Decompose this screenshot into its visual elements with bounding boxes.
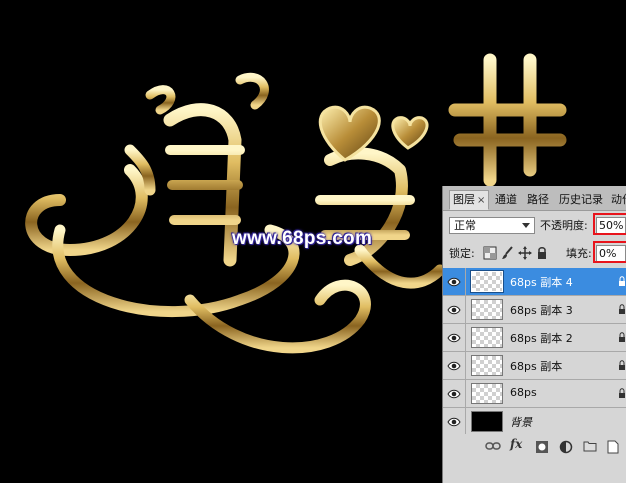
layer-name: 68ps 副本 2	[510, 332, 573, 345]
layer-name: 68ps	[510, 386, 537, 399]
layer-name: 68ps 副本 4	[510, 276, 573, 289]
tab-history[interactable]: 历史记录	[555, 190, 607, 210]
divider	[465, 296, 466, 323]
tab-history-label: 历史记录	[559, 193, 603, 206]
folder-icon[interactable]	[583, 440, 597, 452]
blend-mode-value: 正常	[454, 219, 476, 232]
tab-actions-label: 动作	[611, 193, 626, 206]
lock-icon	[619, 276, 625, 286]
chevron-down-icon	[522, 223, 530, 228]
tab-channels-label: 通道	[495, 193, 517, 206]
layer-name: 68ps 副本	[510, 360, 563, 373]
divider	[465, 380, 466, 407]
eye-icon[interactable]	[447, 303, 461, 317]
lock-icon	[619, 332, 625, 342]
tab-layers[interactable]: 图层 ×	[449, 190, 490, 210]
layer-thumbnail	[470, 270, 504, 293]
eye-icon[interactable]	[447, 275, 461, 289]
tab-layers-label: 图层	[453, 193, 475, 206]
tab-actions[interactable]: 动作	[607, 190, 626, 210]
divider	[465, 408, 466, 435]
layer-row-copy[interactable]: 68ps 副本	[443, 352, 626, 380]
layer-thumbnail	[471, 355, 503, 376]
tab-paths[interactable]: 路径	[523, 190, 553, 210]
eye-icon[interactable]	[447, 331, 461, 345]
blend-mode-select[interactable]: 正常	[449, 217, 535, 234]
layer-name: 背景	[510, 416, 532, 429]
layer-thumbnail	[471, 383, 503, 404]
new-layer-icon[interactable]	[607, 440, 619, 454]
layers-panel: 图层× 通道 路径 历史记录 动作 正常 不透明度: 50% 锁定:	[442, 186, 626, 483]
lock-icon	[619, 388, 625, 398]
layer-row-copy-3[interactable]: 68ps 副本 3	[443, 296, 626, 324]
fx-icon[interactable]: fx	[510, 437, 522, 451]
fill-highlight-box	[593, 241, 626, 263]
divider	[465, 352, 466, 379]
eye-icon[interactable]	[447, 387, 461, 401]
adjustment-icon[interactable]	[559, 440, 573, 454]
lock-icon	[619, 360, 625, 370]
opacity-highlight-box	[593, 213, 626, 235]
panel-tabs: 图层× 通道 路径 历史记录 动作	[443, 186, 626, 211]
layer-row-copy-4[interactable]: 68ps 副本 4	[443, 268, 626, 296]
layer-row-base[interactable]: 68ps	[443, 380, 626, 408]
opacity-label: 不透明度:	[540, 219, 588, 232]
panel-bottom-toolbar: fx	[443, 434, 626, 483]
mask-icon[interactable]	[535, 440, 549, 454]
tab-channels[interactable]: 通道	[491, 190, 521, 210]
layer-thumbnail	[471, 411, 503, 432]
layer-row-copy-2[interactable]: 68ps 副本 2	[443, 324, 626, 352]
lock-transparent-pixels-icon[interactable]	[483, 246, 497, 260]
eye-icon[interactable]	[447, 415, 461, 429]
layer-thumbnail	[471, 327, 503, 348]
brush-icon[interactable]	[501, 246, 515, 260]
tab-paths-label: 路径	[527, 193, 549, 206]
lock-label: 锁定:	[449, 247, 475, 260]
lock-icon	[619, 304, 625, 314]
close-icon[interactable]: ×	[477, 195, 485, 206]
fill-label: 填充:	[566, 247, 592, 260]
lock-icon[interactable]	[535, 246, 549, 260]
watermark-text: www.68ps.com	[232, 228, 373, 249]
divider	[465, 268, 466, 295]
link-icon[interactable]	[485, 440, 501, 452]
move-icon[interactable]	[518, 246, 532, 260]
layer-thumbnail	[471, 299, 503, 320]
divider	[465, 324, 466, 351]
eye-icon[interactable]	[447, 359, 461, 373]
layer-name: 68ps 副本 3	[510, 304, 573, 317]
